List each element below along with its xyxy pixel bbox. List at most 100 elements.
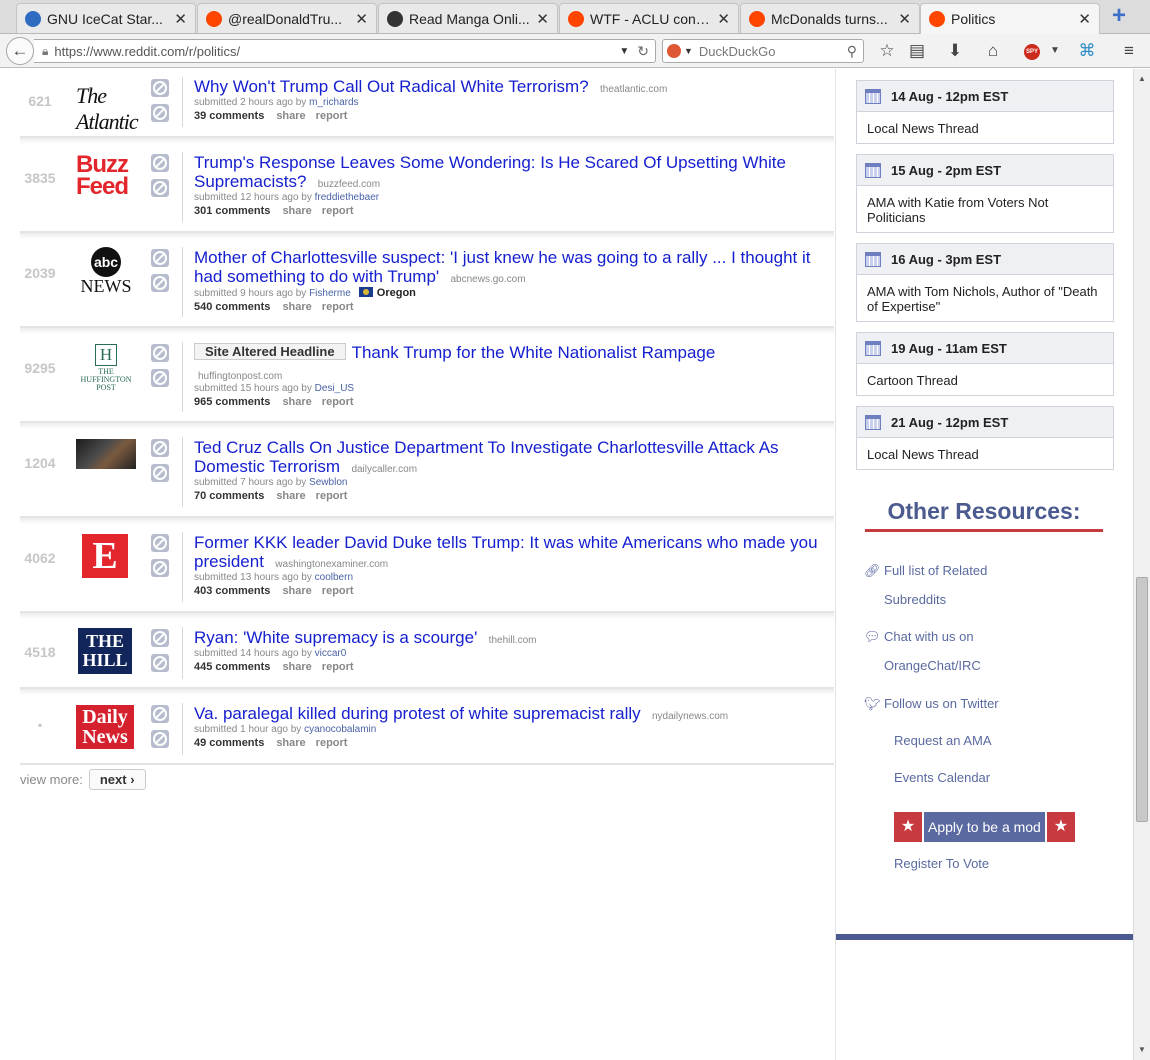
close-tab-icon[interactable]: ✕ <box>536 10 549 28</box>
downloads-icon[interactable]: ⬇ <box>944 42 966 62</box>
post-domain[interactable]: abcnews.go.com <box>451 274 526 285</box>
downvote-icon[interactable] <box>151 654 169 672</box>
close-tab-icon[interactable]: ✕ <box>355 10 368 28</box>
post-title-link[interactable]: Ryan: 'White supremacy is a scourge' <box>194 628 477 647</box>
huffington-post-logo[interactable]: H THE HUFFINGTON POST <box>76 344 136 392</box>
post-title-link[interactable]: Va. paralegal killed during protest of w… <box>194 704 641 723</box>
downvote-icon[interactable] <box>151 274 169 292</box>
menu-icon[interactable]: ≡ <box>1118 42 1140 62</box>
downvote-icon[interactable] <box>151 559 169 577</box>
share-link[interactable]: share <box>276 737 305 749</box>
share-link[interactable]: share <box>282 585 311 597</box>
event-title[interactable]: Local News Thread <box>857 112 1113 143</box>
duckduckgo-icon[interactable] <box>667 44 681 58</box>
comments-link[interactable]: 49 comments <box>194 737 264 749</box>
event-card[interactable]: 14 Aug - 12pm EST Local News Thread <box>856 80 1114 144</box>
back-arrow-icon[interactable]: ← <box>6 37 34 65</box>
author-link[interactable]: m_richards <box>309 97 358 108</box>
event-card[interactable]: 21 Aug - 12pm EST Local News Thread <box>856 406 1114 470</box>
post-domain[interactable]: huffingtonpost.com <box>198 371 282 382</box>
report-link[interactable]: report <box>316 737 348 749</box>
post-domain[interactable]: nydailynews.com <box>652 711 728 722</box>
author-link[interactable]: coolbern <box>315 572 353 583</box>
event-title[interactable]: AMA with Katie from Voters Not Politicia… <box>857 186 1113 232</box>
buzzfeed-logo[interactable]: Buzz Feed <box>76 153 136 199</box>
spyblock-dropdown-icon[interactable]: ▼ <box>1044 42 1066 62</box>
search-bar[interactable]: ▼ DuckDuckGo ⚲ <box>662 39 864 63</box>
comments-link[interactable]: 540 comments <box>194 301 270 313</box>
share-link[interactable]: share <box>282 661 311 673</box>
upvote-icon[interactable] <box>151 439 169 457</box>
vertical-scrollbar[interactable]: ▲ ▼ <box>1133 69 1150 1060</box>
search-icon[interactable]: ⚲ <box>847 43 857 60</box>
search-engine-dropdown-icon[interactable]: ▼ <box>684 46 693 56</box>
post-title-link[interactable]: Thank Trump for the White Nationalist Ra… <box>352 343 716 362</box>
share-link[interactable]: share <box>282 301 311 313</box>
the-atlantic-logo[interactable]: The Atlantic <box>76 83 139 134</box>
event-title[interactable]: Local News Thread <box>857 438 1113 469</box>
events-calendar-link[interactable]: Events Calendar <box>894 763 990 792</box>
tab-read-manga[interactable]: Read Manga Onli... ✕ <box>378 3 558 33</box>
comments-link[interactable]: 403 comments <box>194 585 270 597</box>
comments-link[interactable]: 301 comments <box>194 205 270 217</box>
author-link[interactable]: viccar0 <box>315 648 347 659</box>
report-link[interactable]: report <box>322 301 354 313</box>
share-link[interactable]: share <box>282 205 311 217</box>
author-link[interactable]: Desi_US <box>315 383 354 394</box>
network-icon[interactable]: ⌘ <box>1076 42 1098 62</box>
tab-wtf-aclu[interactable]: WTF - ACLU confi... ✕ <box>559 3 739 33</box>
bookmarks-list-icon[interactable]: ▤ <box>906 42 928 62</box>
new-tab-icon[interactable]: + <box>1108 4 1130 28</box>
post-domain[interactable]: buzzfeed.com <box>318 179 380 190</box>
post-domain[interactable]: thehill.com <box>489 635 537 646</box>
upvote-icon[interactable] <box>151 249 169 267</box>
report-link[interactable]: report <box>322 396 354 408</box>
tab-realdonaldtrump[interactable]: @realDonaldTru... ✕ <box>197 3 377 33</box>
report-link[interactable]: report <box>322 661 354 673</box>
post-title-link[interactable]: Why Won't Trump Call Out Radical White T… <box>194 77 589 96</box>
share-link[interactable]: share <box>276 110 305 122</box>
author-link[interactable]: cyanocobalamin <box>304 724 376 735</box>
close-tab-icon[interactable]: ✕ <box>1078 10 1091 28</box>
downvote-icon[interactable] <box>151 730 169 748</box>
upvote-icon[interactable] <box>151 629 169 647</box>
request-ama-link[interactable]: Request an AMA <box>894 726 992 755</box>
author-link[interactable]: freddiethebaer <box>315 192 380 203</box>
post-title-link[interactable]: Trump's Response Leaves Some Wondering: … <box>194 153 786 191</box>
close-tab-icon[interactable]: ✕ <box>717 10 730 28</box>
report-link[interactable]: report <box>316 110 348 122</box>
home-icon[interactable]: ⌂ <box>982 42 1004 62</box>
comments-link[interactable]: 70 comments <box>194 490 264 502</box>
url-bar[interactable]: 🔒︎ https://www.reddit.com/r/politics/ ▼ … <box>34 39 656 63</box>
tab-politics[interactable]: Politics ✕ <box>920 3 1100 34</box>
next-page-button[interactable]: next › <box>88 769 146 790</box>
apply-mod-button[interactable]: ★ Apply to be a mod ★ <box>894 812 1075 842</box>
event-title[interactable]: AMA with Tom Nichols, Author of "Death o… <box>857 275 1113 321</box>
twitter-link[interactable]: 🐦︎ Follow us on Twitter <box>864 689 999 718</box>
daily-news-logo[interactable]: Daily News <box>76 705 134 749</box>
event-title[interactable]: Cartoon Thread <box>857 364 1113 395</box>
tab-mcdonalds[interactable]: McDonalds turns... ✕ <box>740 3 920 33</box>
history-dropdown-icon[interactable]: ▼ <box>619 46 629 57</box>
spyblock-icon[interactable]: SPY <box>1024 44 1040 60</box>
tab-icecat[interactable]: GNU IceCat Star... ✕ <box>16 3 196 33</box>
washington-examiner-logo[interactable]: E <box>82 534 128 578</box>
reload-icon[interactable]: ↻ <box>637 43 649 60</box>
upvote-icon[interactable] <box>151 79 169 97</box>
bookmark-star-icon[interactable]: ☆ <box>876 42 898 62</box>
report-link[interactable]: report <box>322 205 354 217</box>
abc-news-logo[interactable]: abc NEWS <box>76 247 136 295</box>
report-link[interactable]: report <box>322 585 354 597</box>
downvote-icon[interactable] <box>151 369 169 387</box>
upvote-icon[interactable] <box>151 705 169 723</box>
scrollbar-thumb[interactable] <box>1136 577 1148 822</box>
register-to-vote-link[interactable]: Register To Vote <box>894 849 989 878</box>
upvote-icon[interactable] <box>151 344 169 362</box>
share-link[interactable]: share <box>282 396 311 408</box>
report-link[interactable]: report <box>316 490 348 502</box>
news-thumbnail-image[interactable] <box>76 439 136 469</box>
close-tab-icon[interactable]: ✕ <box>898 10 911 28</box>
comments-link[interactable]: 445 comments <box>194 661 270 673</box>
comments-link[interactable]: 965 comments <box>194 396 270 408</box>
post-title-link[interactable]: Ted Cruz Calls On Justice Department To … <box>194 438 779 476</box>
